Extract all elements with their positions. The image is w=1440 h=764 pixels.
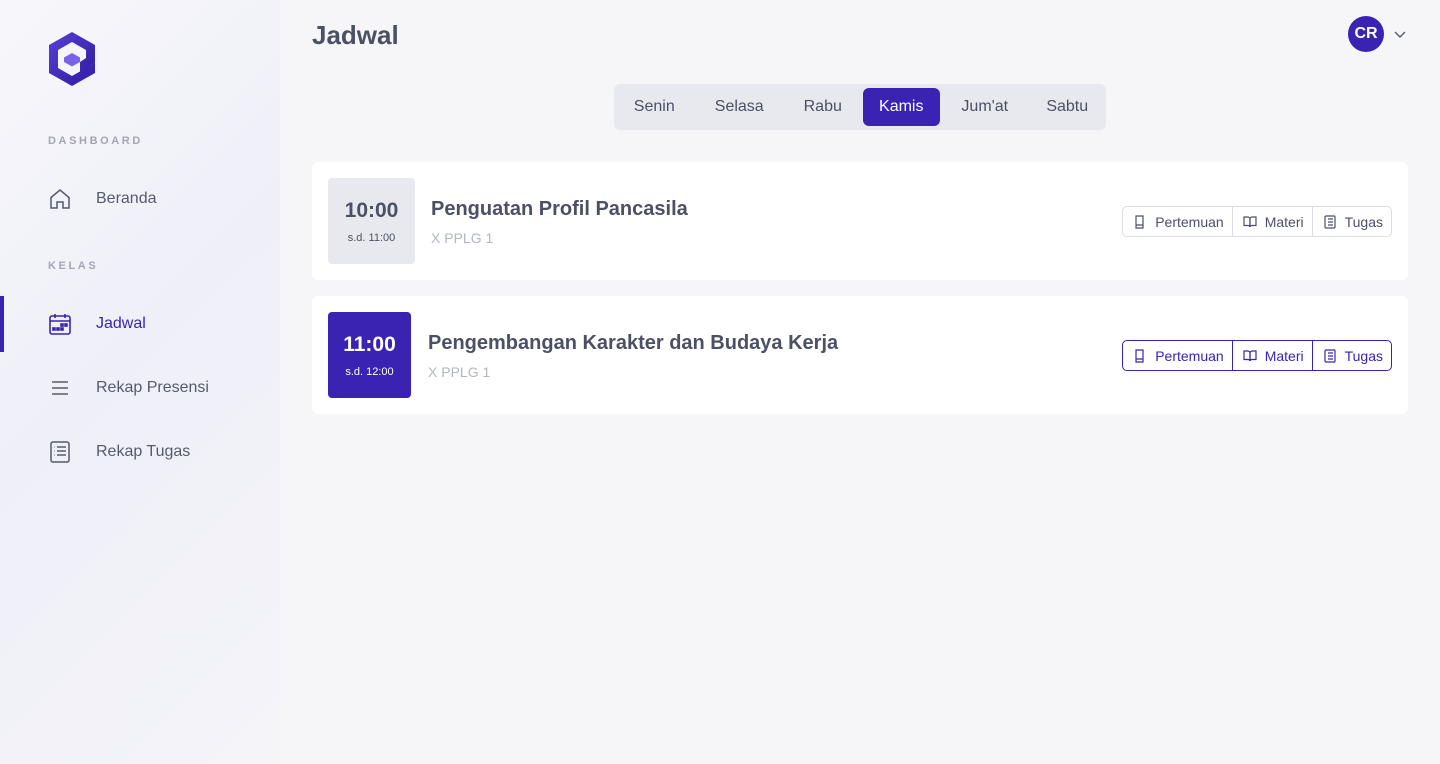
time-start: 10:00 xyxy=(344,198,399,222)
sidebar-item-beranda[interactable]: Beranda xyxy=(0,171,280,227)
sidebar: DASHBOARD Beranda KELAS Jadwal Rekap Pre… xyxy=(0,0,280,764)
sidebar-item-rekap-presensi[interactable]: Rekap Presensi xyxy=(0,360,280,416)
tab-jumat[interactable]: Jum'at xyxy=(944,88,1025,126)
calendar-icon xyxy=(49,314,71,335)
card-actions: Pertemuan Materi Tugas xyxy=(1122,340,1392,371)
class-name: X PPLG 1 xyxy=(431,230,494,246)
pertemuan-label: Pertemuan xyxy=(1155,347,1224,364)
materi-button[interactable]: Materi xyxy=(1231,207,1312,236)
class-name: X PPLG 1 xyxy=(428,364,491,380)
pertemuan-label: Pertemuan xyxy=(1155,213,1224,230)
sidebar-item-label: Beranda xyxy=(96,190,157,207)
card-actions: Pertemuan Materi Tugas xyxy=(1122,206,1392,237)
day-tabs: Senin Selasa Rabu Kamis Jum'at Sabtu xyxy=(614,84,1106,130)
tugas-button[interactable]: Tugas xyxy=(1311,341,1391,370)
tab-rabu[interactable]: Rabu xyxy=(788,88,858,126)
document-list-icon xyxy=(1324,214,1336,229)
subject-title: Penguatan Profil Pancasila xyxy=(431,198,688,220)
app-logo-icon[interactable] xyxy=(47,31,97,87)
sidebar-item-jadwal[interactable]: Jadwal xyxy=(0,296,280,352)
document-list-icon xyxy=(1324,348,1336,363)
list-icon xyxy=(52,381,68,395)
materi-label: Materi xyxy=(1264,213,1304,230)
tab-selasa[interactable]: Selasa xyxy=(698,88,781,126)
book-open-icon xyxy=(1243,215,1257,227)
sidebar-item-label: Jadwal xyxy=(96,315,146,332)
time-box: 10:00 s.d. 11:00 xyxy=(328,178,415,264)
tab-senin[interactable]: Senin xyxy=(618,88,691,126)
subject-title: Pengembangan Karakter dan Budaya Kerja xyxy=(428,332,839,354)
section-label-dashboard: DASHBOARD xyxy=(48,135,143,147)
time-end: s.d. 12:00 xyxy=(345,365,394,378)
bookmark-icon xyxy=(1135,348,1144,363)
avatar[interactable]: CR xyxy=(1348,16,1384,52)
section-label-kelas: KELAS xyxy=(48,260,99,272)
schedule-card: 11:00 s.d. 12:00 Pengembangan Karakter d… xyxy=(312,296,1408,414)
sidebar-item-label: Rekap Tugas xyxy=(96,443,191,460)
time-start: 11:00 xyxy=(343,332,396,356)
tugas-label: Tugas xyxy=(1344,213,1383,230)
schedule-card: 10:00 s.d. 11:00 Penguatan Profil Pancas… xyxy=(312,162,1408,280)
time-end: s.d. 11:00 xyxy=(347,231,396,244)
materi-button[interactable]: Materi xyxy=(1231,341,1312,370)
book-open-icon xyxy=(1243,349,1257,361)
materi-label: Materi xyxy=(1264,347,1304,364)
sidebar-item-label: Rekap Presensi xyxy=(96,379,209,396)
document-list-icon xyxy=(50,441,70,463)
pertemuan-button[interactable]: Pertemuan xyxy=(1123,341,1231,370)
tab-sabtu[interactable]: Sabtu xyxy=(1032,88,1102,126)
sidebar-item-rekap-tugas[interactable]: Rekap Tugas xyxy=(0,424,280,480)
tab-kamis[interactable]: Kamis xyxy=(862,88,940,126)
tugas-button[interactable]: Tugas xyxy=(1311,207,1391,236)
chevron-down-icon[interactable] xyxy=(1393,27,1407,41)
pertemuan-button[interactable]: Pertemuan xyxy=(1123,207,1231,236)
bookmark-icon xyxy=(1135,214,1144,229)
tugas-label: Tugas xyxy=(1344,347,1383,364)
page-title: Jadwal xyxy=(312,20,399,50)
home-icon xyxy=(50,189,70,209)
time-box: 11:00 s.d. 12:00 xyxy=(328,312,411,398)
